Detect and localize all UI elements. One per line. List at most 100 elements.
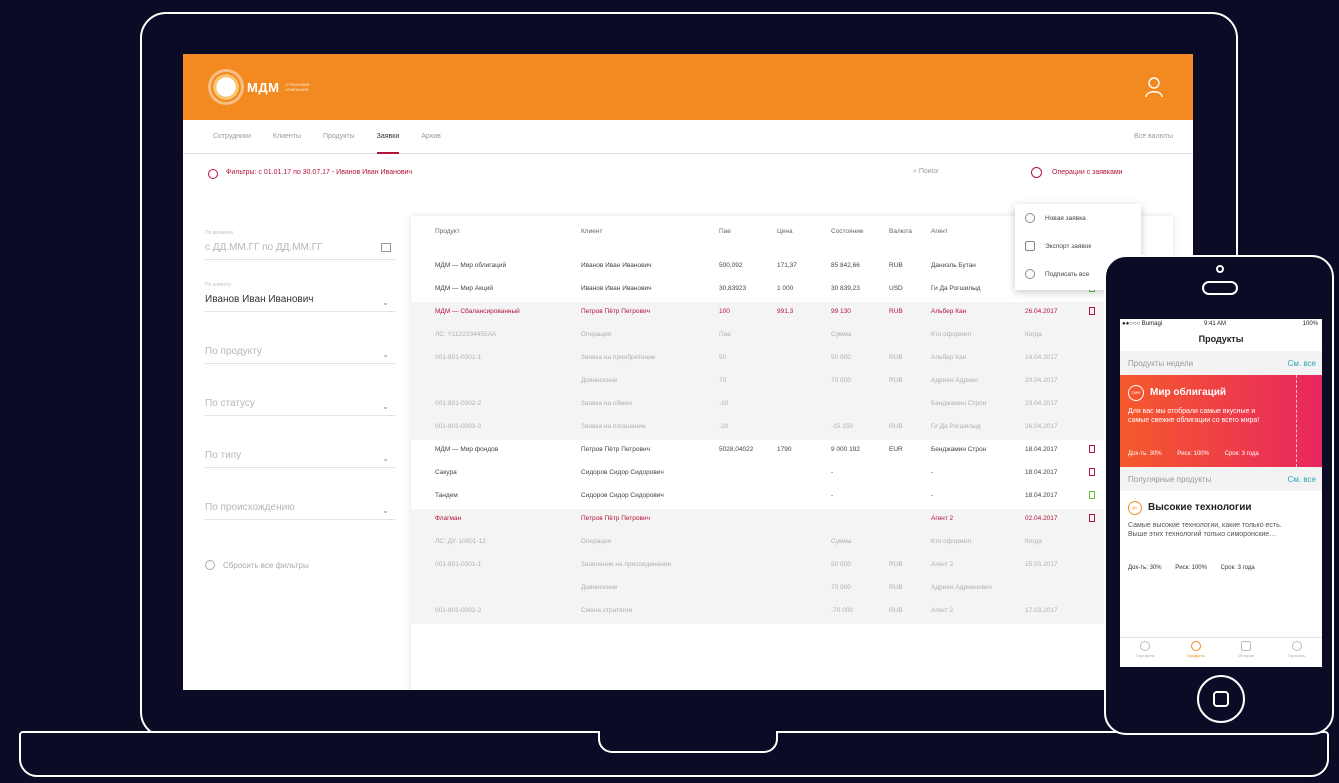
tab-profile[interactable]: Профиль — [1272, 638, 1323, 667]
chevron-down-icon: ⌄ — [382, 402, 389, 411]
table-cell: Иванов Иван Иванович — [581, 285, 652, 292]
products-icon — [1190, 641, 1201, 651]
tab-employees[interactable]: Сотрудники — [213, 120, 251, 154]
column-header[interactable]: Продукт — [435, 228, 460, 235]
column-header[interactable]: Валюта — [889, 228, 912, 235]
card-description: Самые высокие технологии, какие только е… — [1128, 522, 1282, 538]
document-status-icon[interactable] — [1089, 491, 1095, 499]
plus-icon — [1025, 213, 1035, 223]
home-icon — [1213, 691, 1229, 707]
menu-item-new-request[interactable]: Новая заявка — [1015, 204, 1141, 232]
client-filter[interactable]: По клиенту Иванов Иван Иванович ⌄ — [205, 282, 395, 312]
table-cell: Сидоров Сидор Сидорович — [581, 469, 664, 476]
table-cell: Кто оформил — [931, 331, 972, 338]
table-cell: 001-801-0003-3 — [435, 423, 482, 430]
menu-item-label: Подписать все — [1045, 270, 1090, 278]
table-cell: 70 — [719, 377, 727, 384]
column-header[interactable]: Цена — [777, 228, 793, 235]
table-cell: Операция — [581, 538, 612, 545]
column-header[interactable]: Клиент — [581, 228, 602, 235]
currency-selector[interactable]: Все валюты — [1134, 120, 1173, 154]
table-cell: Заявка на погашение — [581, 423, 646, 430]
search-input[interactable]: ⌕ Поиск — [913, 168, 938, 176]
document-status-icon[interactable] — [1089, 445, 1095, 453]
tab-requests[interactable]: Заявки — [376, 120, 400, 154]
operations-icon — [1031, 167, 1042, 178]
table-cell: 02.04.2017 — [1025, 515, 1058, 522]
table-cell: Флагман — [435, 515, 462, 522]
table-cell: -70 000 — [831, 607, 854, 614]
tab-products-mobile[interactable]: Продукты — [1171, 638, 1222, 667]
sun-logo-icon — [211, 72, 241, 102]
table-cell: 5028,04022 — [719, 446, 754, 453]
card-meta: Дох-ть: 30% Риск: 100% Срок: 3 года — [1128, 565, 1267, 571]
table-cell: 15.03.2017 — [1025, 561, 1058, 568]
battery: 100% — [1302, 321, 1318, 327]
table-cell: Когда — [1025, 538, 1042, 545]
column-header[interactable]: Пае — [719, 228, 731, 235]
tab-label: Портфель — [1135, 653, 1155, 658]
table-cell: -20 — [719, 423, 729, 430]
table-cell: 85 842,66 — [831, 262, 860, 269]
table-cell: RUB — [889, 423, 903, 430]
status-filter-value: По статусу — [205, 398, 255, 409]
table-cell: Альбер Кан — [931, 354, 967, 361]
table-cell: 70 000 — [831, 584, 851, 591]
table-cell: EUR — [889, 446, 903, 453]
tab-archive[interactable]: Архив — [421, 120, 441, 154]
chevron-down-icon: ⌄ — [382, 350, 389, 359]
table-cell: МДМ — Мир облигаций — [435, 262, 507, 269]
table-cell: Бенджамин Строн — [931, 446, 987, 453]
see-all-link[interactable]: См. все — [1288, 475, 1316, 484]
product-card-bonds[interactable]: ПИФ Мир облигаций Для вас мы отобрали са… — [1120, 375, 1322, 467]
operations-button[interactable]: Операции с заявками — [1031, 167, 1123, 178]
table-cell: 18.04.2017 — [1025, 469, 1058, 476]
user-icon[interactable] — [1145, 76, 1163, 98]
document-status-icon[interactable] — [1089, 468, 1095, 476]
table-cell: 100 — [719, 308, 730, 315]
table-cell: -15 150 — [831, 423, 854, 430]
product-filter[interactable]: По продукту ⌄ — [205, 334, 395, 364]
reset-filters-button[interactable]: Сбросить все фильтры — [205, 560, 395, 570]
table-cell: - — [831, 492, 834, 499]
tab-history[interactable]: История — [1221, 638, 1272, 667]
app-header: МДМ СТРАХОВАЯ КОМПАНИЯ — [183, 54, 1193, 120]
table-cell: 1790 — [777, 446, 792, 453]
mockup-stage: МДМ СТРАХОВАЯ КОМПАНИЯ Сотрудники Клиент… — [0, 0, 1339, 783]
table-cell: 20.04.2017 — [1025, 377, 1058, 384]
tab-clients[interactable]: Клиенты — [273, 120, 301, 154]
column-header[interactable]: Состояние — [831, 228, 863, 235]
brand-logo[interactable]: МДМ СТРАХОВАЯ КОМПАНИЯ — [211, 72, 311, 102]
document-status-icon[interactable] — [1089, 307, 1095, 315]
status-filter[interactable]: По статусу ⌄ — [205, 386, 395, 416]
chevron-down-icon: ⌄ — [382, 506, 389, 515]
table-cell: Тандем — [435, 492, 458, 499]
table-cell: Адриен Адриен — [931, 377, 978, 384]
card-title: Мир облигаций — [1150, 387, 1227, 398]
tab-portfolio[interactable]: Портфель — [1120, 638, 1171, 667]
product-filter-value: По продукту — [205, 346, 262, 357]
date-filter[interactable]: По времени с ДД.ММ.ГГ по ДД.ММ.ГГ — [205, 230, 395, 260]
calendar-icon[interactable] — [381, 243, 391, 252]
table-cell: 9 000 192 — [831, 446, 860, 453]
card-title: Высокие технологии — [1148, 502, 1252, 513]
table-cell: USD — [889, 285, 903, 292]
brand-subtitle: СТРАХОВАЯ КОМПАНИЯ — [285, 82, 310, 92]
table-cell: 70 000 — [831, 377, 851, 384]
origin-filter[interactable]: По происхождению ⌄ — [205, 490, 395, 520]
table-cell: - — [931, 492, 934, 499]
table-cell: 50 000 — [831, 561, 851, 568]
type-filter[interactable]: По типу ⌄ — [205, 438, 395, 468]
see-all-link[interactable]: См. все — [1288, 359, 1316, 368]
home-button[interactable] — [1197, 675, 1245, 723]
card-meta: Дох-ть: 30% Риск: 100% Срок: 3 года — [1128, 451, 1273, 457]
reset-icon — [205, 560, 215, 570]
laptop-screen: МДМ СТРАХОВАЯ КОМПАНИЯ Сотрудники Клиент… — [183, 54, 1193, 690]
column-header[interactable]: Агент — [931, 228, 948, 235]
document-status-icon[interactable] — [1089, 514, 1095, 522]
card-term: Срок: 3 года — [1224, 451, 1259, 457]
tab-products[interactable]: Продукты — [323, 120, 355, 154]
product-card-tech[interactable]: ДУ Высокие технологии Самые высокие техн… — [1120, 491, 1322, 595]
origin-filter-value: По происхождению — [205, 502, 295, 513]
filter-summary[interactable]: Фильтры: с 01.01.17 по 30.07.17 - Иванов… — [226, 169, 412, 176]
